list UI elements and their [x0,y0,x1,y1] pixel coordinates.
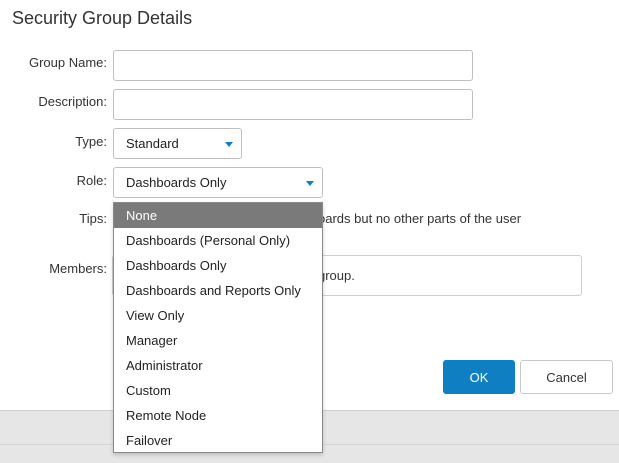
role-option-dashboards-reports[interactable]: Dashboards and Reports Only [114,278,322,303]
chevron-down-icon [225,141,233,147]
role-dropdown-list[interactable]: None Dashboards (Personal Only) Dashboar… [113,202,323,453]
role-option-custom[interactable]: Custom [114,378,322,403]
role-select[interactable]: Dashboards Only [113,167,323,198]
members-label: Members: [49,261,107,276]
role-option-manager[interactable]: Manager [114,328,322,353]
group-name-input[interactable] [113,50,473,81]
ok-button[interactable]: OK [443,360,515,394]
type-select-value: Standard [126,136,179,151]
members-text: group. [318,268,355,283]
role-label: Role: [76,173,107,188]
type-label: Type: [75,134,107,149]
cancel-button[interactable]: Cancel [520,360,613,394]
role-option-failover[interactable]: Failover [114,428,322,453]
role-option-dashboards-personal[interactable]: Dashboards (Personal Only) [114,228,322,253]
tips-text: oards but no other parts of the user [318,211,522,226]
role-option-administrator[interactable]: Administrator [114,353,322,378]
type-select[interactable]: Standard [113,128,242,159]
role-select-value: Dashboards Only [126,175,227,190]
dialog-title: Security Group Details [12,8,193,28]
tips-label: Tips: [79,211,107,226]
role-option-remote-node[interactable]: Remote Node [114,403,322,428]
role-option-none[interactable]: None [114,203,322,228]
description-label: Description: [38,94,107,109]
description-input[interactable] [113,89,473,120]
group-name-label: Group Name: [28,55,107,70]
chevron-down-icon [306,180,314,186]
role-option-dashboards-only[interactable]: Dashboards Only [114,253,322,278]
role-option-view-only[interactable]: View Only [114,303,322,328]
